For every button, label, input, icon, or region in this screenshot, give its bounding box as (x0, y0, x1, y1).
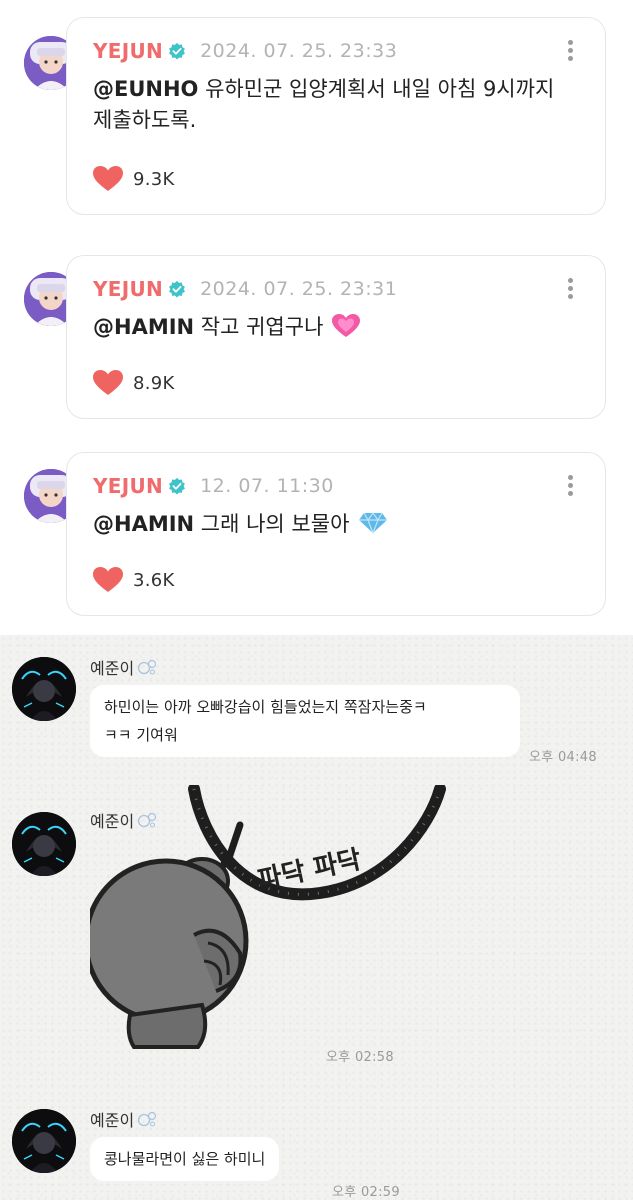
post-header: YEJUN 2024. 07. 25. 23:33 (93, 38, 397, 64)
message-bubble[interactable]: 콩나물라면이 싫은 하미니 (90, 1137, 280, 1181)
post-card[interactable]: YEJUN 12. 07. 11:30 @HAMIN 그래 나의 보물아 3.6… (66, 452, 606, 616)
post-card[interactable]: YEJUN 2024. 07. 25. 23:31 @HAMIN 작고 귀엽구나… (66, 255, 606, 419)
sender-label: 예준이 (90, 1111, 135, 1130)
post-header: YEJUN 2024. 07. 25. 23:31 (93, 276, 397, 302)
chat-avatar[interactable] (12, 657, 76, 721)
post-mention[interactable]: @HAMIN (93, 315, 194, 339)
like-count: 3.6K (133, 569, 175, 591)
post-card[interactable]: YEJUN 2024. 07. 25. 23:33 @EUNHO 유하민군 입양… (66, 17, 606, 215)
post-body: @HAMIN 그래 나의 보물아 (93, 509, 573, 540)
post-body: @EUNHO 유하민군 입양계획서 내일 아침 9시까지 제출하도록. (93, 74, 573, 136)
sender-name: 예준이 (90, 1107, 157, 1131)
post-username[interactable]: YEJUN (93, 277, 163, 301)
like-count: 8.9K (133, 372, 175, 394)
sticker-image[interactable]: 파닥 파닥 (90, 785, 450, 1065)
chat-area: 예준이 하민이는 아까 오빠강습이 힘들었는지 쪽잠자는중ㅋ ㅋㅋ 기여워 오후… (0, 635, 633, 1200)
post-header: YEJUN 12. 07. 11:30 (93, 473, 334, 499)
pink-heart-emoji (332, 314, 361, 337)
chat-avatar[interactable] (12, 1109, 76, 1173)
message-bubble[interactable]: 하민이는 아까 오빠강습이 힘들었는지 쪽잠자는중ㅋ ㅋㅋ 기여워 (90, 685, 520, 757)
like-group[interactable]: 3.6K (93, 567, 175, 593)
post-body: @HAMIN 작고 귀엽구나 (93, 312, 573, 343)
message-text: 하민이는 아까 오빠강습이 힘들었는지 쪽잠자는중ㅋ (104, 698, 427, 716)
post-mention[interactable]: @EUNHO (93, 77, 198, 101)
verified-badge-icon (168, 477, 186, 495)
more-options-icon[interactable] (567, 278, 573, 300)
sender-label: 예준이 (90, 659, 135, 678)
gem-emoji (359, 511, 388, 535)
like-group[interactable]: 8.9K (93, 370, 175, 396)
post-text: 그래 나의 보물아 (194, 512, 350, 536)
like-group[interactable]: 9.3K (93, 166, 175, 192)
bubbles-emoji (138, 659, 157, 675)
verified-badge-icon (168, 280, 186, 298)
message-time: 오후 04:48 (529, 750, 597, 765)
heart-icon[interactable] (93, 370, 123, 396)
post-username[interactable]: YEJUN (93, 39, 163, 63)
verified-badge-icon (168, 42, 186, 60)
sender-name: 예준이 (90, 655, 157, 679)
post-mention[interactable]: @HAMIN (93, 512, 194, 536)
chat-avatar[interactable] (12, 812, 76, 876)
more-options-icon[interactable] (567, 40, 573, 62)
posts-feed: YEJUN 2024. 07. 25. 23:33 @EUNHO 유하민군 입양… (0, 0, 633, 635)
message-time: 오후 02:58 (326, 1050, 394, 1065)
post-text: 작고 귀엽구나 (194, 315, 324, 339)
heart-icon[interactable] (93, 166, 123, 192)
post-date: 12. 07. 11:30 (200, 475, 334, 497)
more-options-icon[interactable] (567, 475, 573, 497)
like-count: 9.3K (133, 168, 175, 190)
bubbles-emoji (138, 1111, 157, 1127)
message-text: 콩나물라면이 싫은 하미니 (104, 1150, 266, 1168)
message-text: ㅋㅋ 기여워 (104, 726, 178, 744)
message-time: 오후 02:59 (332, 1185, 400, 1200)
post-date: 2024. 07. 25. 23:31 (200, 278, 398, 300)
heart-icon[interactable] (93, 567, 123, 593)
post-username[interactable]: YEJUN (93, 474, 163, 498)
post-date: 2024. 07. 25. 23:33 (200, 40, 398, 62)
